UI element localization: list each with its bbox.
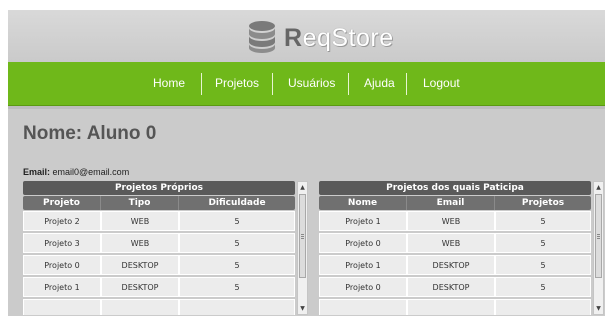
cell-empty [495,299,591,315]
cell-tipo: DESKTOP [101,277,179,297]
nav-divider [348,73,349,95]
scroll-down-arrow-icon[interactable]: ▼ [298,303,307,314]
grip-line [597,236,600,237]
database-icon [249,21,275,53]
column-header-tipo[interactable]: Tipo [101,196,179,210]
table-scrollbar[interactable]: ▲ ▼ [593,181,604,315]
cell-projeto: Projeto 2 [23,211,101,231]
grip-line [597,238,600,239]
cell-nome: Projeto 1 [319,255,407,275]
nav-divider [406,73,407,95]
cell-email: DESKTOP [407,277,495,297]
column-header-projeto[interactable]: Projeto [23,196,101,210]
email-label: Email: [23,167,51,177]
logo-text-rest: eqStore [302,24,394,52]
grip-line [597,234,600,235]
table-row[interactable]: Projeto 0 DESKTOP 5 [319,277,591,297]
table-header-row: Nome Email Projetos [319,196,591,210]
cell-projetos: 5 [495,255,591,275]
cell-projeto: Projeto 0 [23,255,101,275]
logo-text: ReqStore [284,24,394,52]
grip-line [301,234,304,235]
cell-empty [179,299,295,315]
table-header-row: Projeto Tipo Dificuldade [23,196,295,210]
page-title: Nome: Aluno 0 [23,123,157,144]
nav-logout[interactable]: Logout [423,62,460,105]
cell-projetos: 5 [495,277,591,297]
participating-projects-table: Projetos dos quais Paticipa Nome Email P… [319,181,604,315]
nav-divider [201,73,202,95]
cell-empty [23,299,101,315]
nav-divider [272,73,273,95]
cell-tipo: WEB [101,233,179,253]
nav-home[interactable]: Home [153,62,185,105]
column-header-email[interactable]: Email [407,196,495,210]
own-projects-table: Projetos Próprios Projeto Tipo Dificulda… [23,181,308,315]
cell-tipo: WEB [101,211,179,231]
app-frame: ReqStore Home Projetos Usuários Ajuda Lo… [8,10,605,316]
table-scrollbar[interactable]: ▲ ▼ [297,181,308,315]
table-row[interactable]: Projeto 2 WEB 5 [23,211,295,231]
scroll-up-arrow-icon[interactable]: ▲ [298,182,307,193]
table-row[interactable]: Projeto 1 DESKTOP 5 [319,255,591,275]
email-line: Email: email0@email.com [23,167,129,177]
main-nav: Home Projetos Usuários Ajuda Logout [8,62,605,106]
cell-dificuldade: 5 [179,255,295,275]
cell-empty [319,299,407,315]
table-row-partial [23,299,295,315]
cell-email: WEB [407,233,495,253]
scroll-thumb[interactable] [299,194,306,278]
cell-nome: Projeto 0 [319,277,407,297]
cell-nome: Projeto 0 [319,233,407,253]
table-row[interactable]: Projeto 0 WEB 5 [319,233,591,253]
cell-projeto: Projeto 1 [23,277,101,297]
grip-line [301,236,304,237]
cell-projetos: 5 [495,211,591,231]
header: ReqStore [8,10,605,62]
column-header-dificuldade[interactable]: Dificuldade [179,196,295,210]
cell-email: DESKTOP [407,255,495,275]
table-caption: Projetos dos quais Paticipa [319,181,591,195]
cell-projetos: 5 [495,233,591,253]
cell-email: WEB [407,211,495,231]
cell-empty [101,299,179,315]
nav-ajuda[interactable]: Ajuda [364,62,395,105]
table-row[interactable]: Projeto 0 DESKTOP 5 [23,255,295,275]
scroll-thumb[interactable] [595,194,602,278]
nav-usuarios[interactable]: Usuários [288,62,335,105]
nav-projetos[interactable]: Projetos [215,62,259,105]
table-row[interactable]: Projeto 3 WEB 5 [23,233,295,253]
table-row[interactable]: Projeto 1 WEB 5 [319,211,591,231]
main-content: Nome: Aluno 0 Email: email0@email.com Pr… [8,106,605,316]
grip-line [301,238,304,239]
cell-projeto: Projeto 3 [23,233,101,253]
table-row-partial [319,299,591,315]
cell-dificuldade: 5 [179,233,295,253]
cell-dificuldade: 5 [179,211,295,231]
scroll-down-arrow-icon[interactable]: ▼ [594,303,603,314]
table-caption: Projetos Próprios [23,181,295,195]
column-header-nome[interactable]: Nome [319,196,407,210]
cell-tipo: DESKTOP [101,255,179,275]
scroll-up-arrow-icon[interactable]: ▲ [594,182,603,193]
column-header-projetos[interactable]: Projetos [495,196,591,210]
cell-dificuldade: 5 [179,277,295,297]
cell-empty [407,299,495,315]
email-value: email0@email.com [52,167,130,177]
cell-nome: Projeto 1 [319,211,407,231]
table-row[interactable]: Projeto 1 DESKTOP 5 [23,277,295,297]
